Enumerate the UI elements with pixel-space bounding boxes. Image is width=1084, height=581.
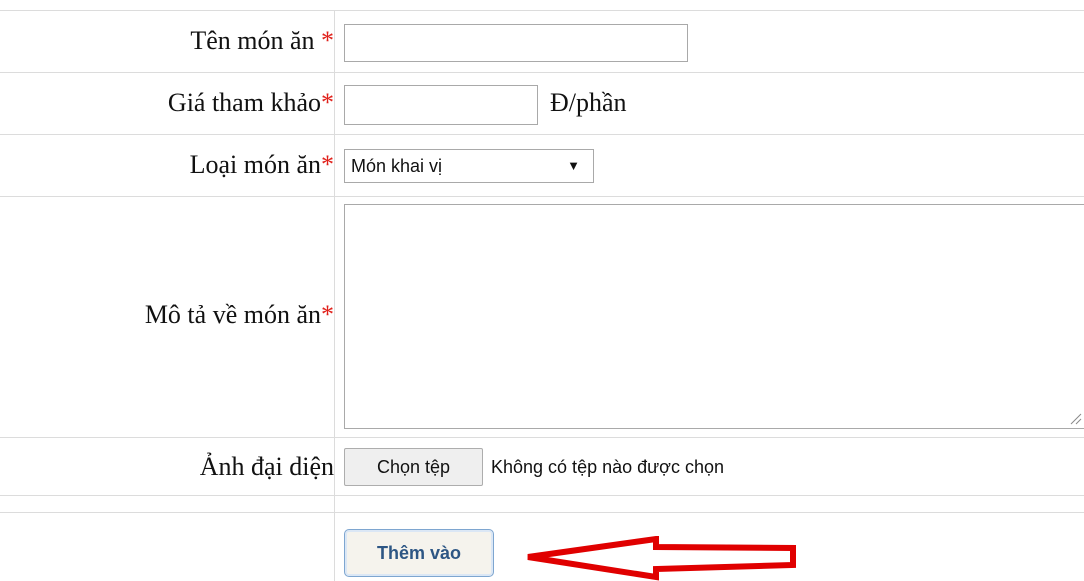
required-mark: * (321, 26, 334, 55)
red-arrow-annotation-icon (527, 536, 796, 581)
row-divider (0, 196, 1084, 197)
column-divider (334, 10, 335, 581)
triangle-down-icon: ▼ (567, 158, 580, 173)
row-divider (0, 495, 1084, 496)
dish-name-label: Tên món ăn * (190, 26, 334, 55)
row-divider (0, 134, 1084, 135)
file-status-text: Không có tệp nào được chọn (491, 457, 725, 477)
description-textarea[interactable] (344, 204, 1084, 429)
description-label: Mô tả về món ăn* (144, 300, 334, 329)
dish-type-label: Loại món ăn* (189, 150, 334, 179)
add-dish-form: Tên món ăn * Giá tham khảo* Đ/phần Loại … (0, 0, 1084, 581)
required-mark: * (321, 150, 334, 179)
required-mark: * (321, 88, 334, 117)
row-divider (0, 437, 1084, 438)
row-divider (0, 10, 1084, 11)
avatar-image-label: Ảnh đại diện (199, 452, 334, 481)
dish-name-input[interactable] (344, 24, 688, 62)
required-mark: * (321, 300, 334, 329)
dish-type-select[interactable]: Món khai vị ▼ (344, 149, 594, 183)
reference-price-label: Giá tham khảo* (167, 88, 334, 117)
reference-price-input[interactable] (344, 85, 538, 125)
dish-type-selected-value: Món khai vị (351, 156, 443, 176)
add-button[interactable]: Thêm vào (344, 529, 494, 577)
resize-grip-icon[interactable] (1068, 411, 1082, 425)
row-divider (0, 512, 1084, 513)
price-unit-label: Đ/phần (550, 88, 627, 117)
choose-file-button[interactable]: Chọn tệp (344, 448, 483, 486)
row-divider (0, 72, 1084, 73)
